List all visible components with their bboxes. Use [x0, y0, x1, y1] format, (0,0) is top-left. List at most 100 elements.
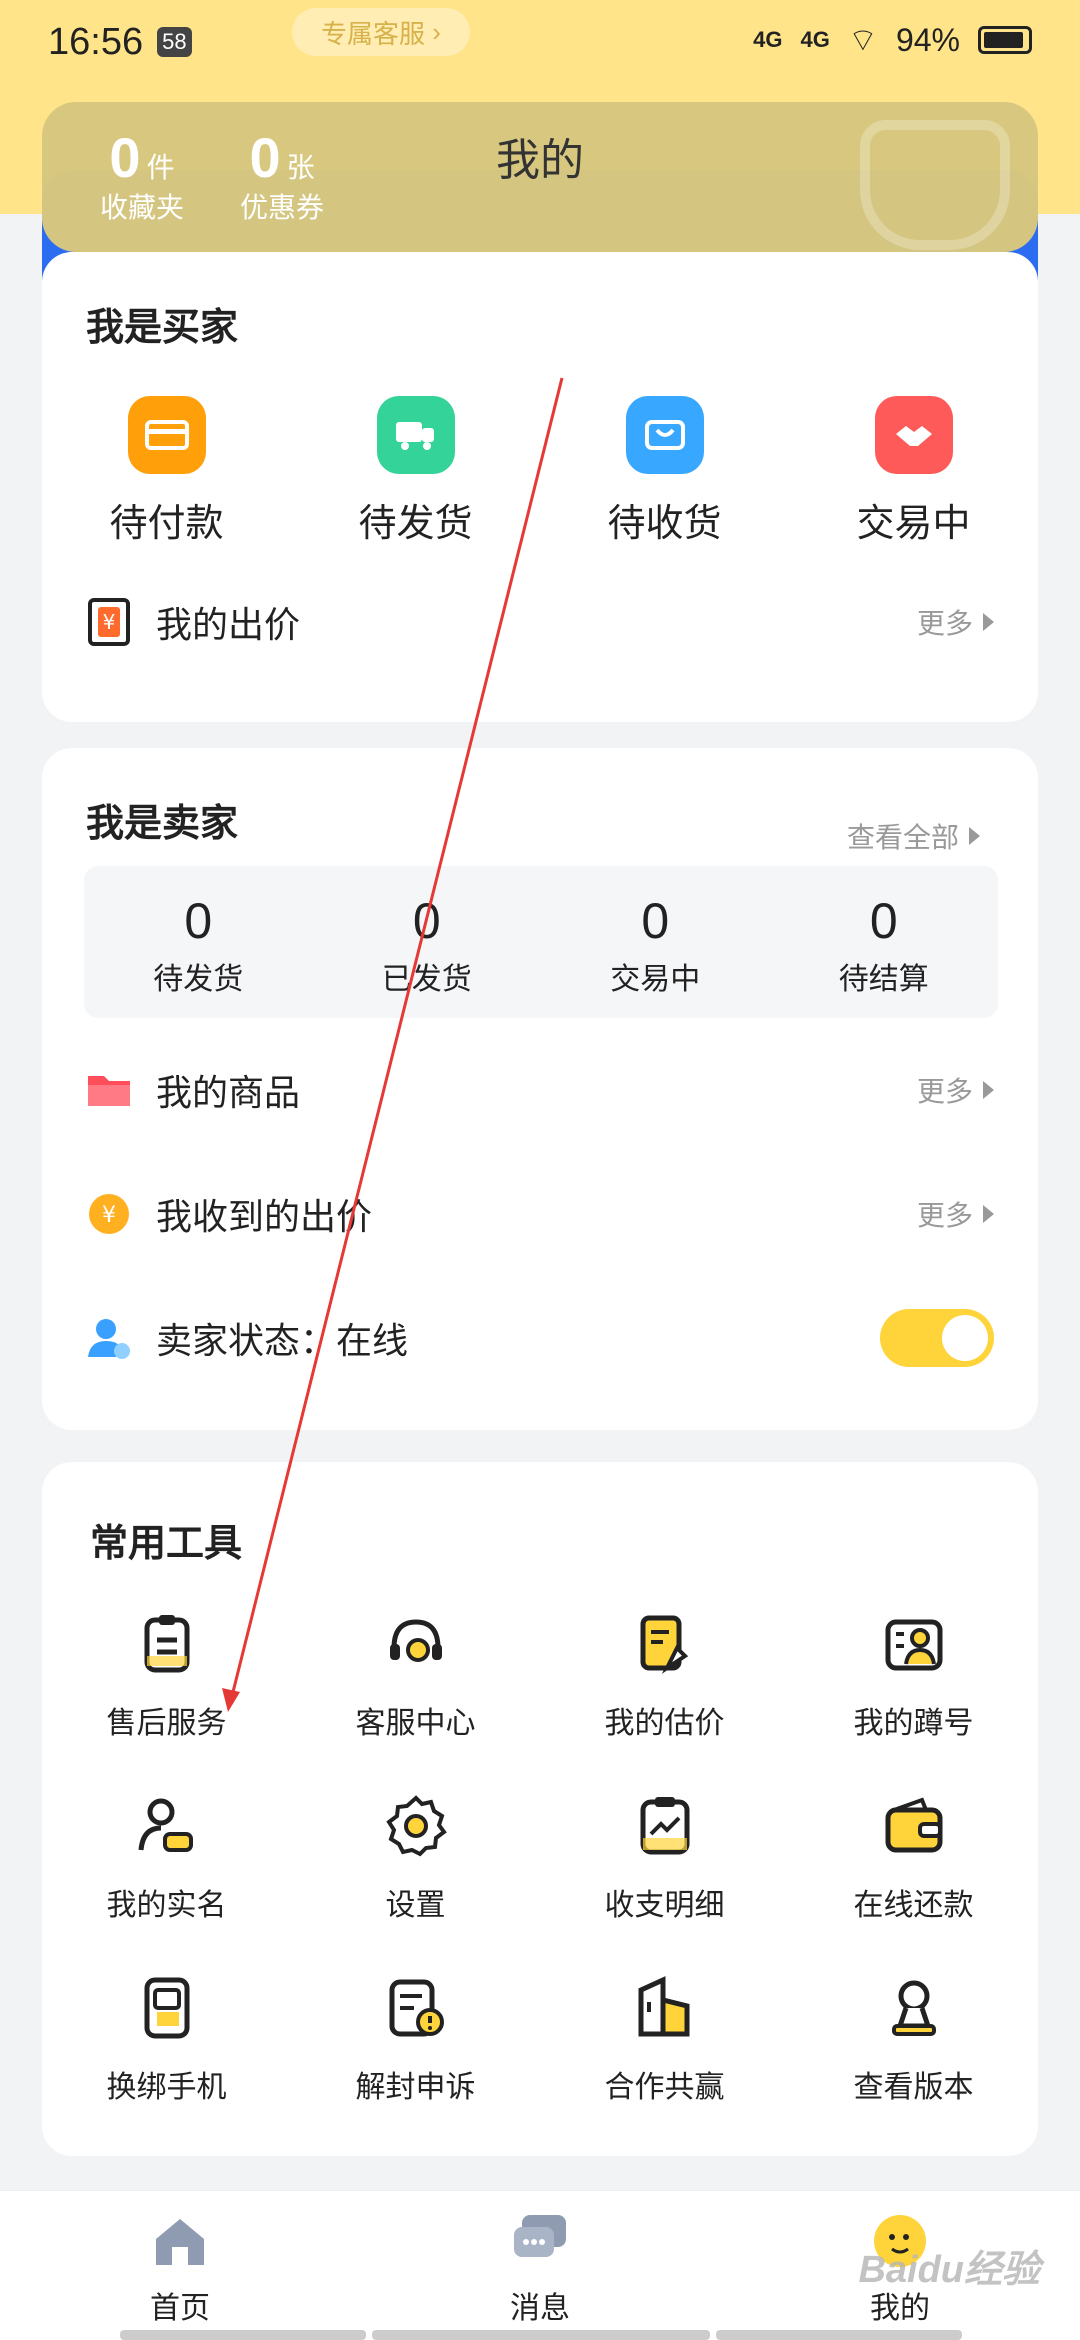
my-bids-label: 我的出价	[156, 604, 301, 645]
customer-service-label: 专属客服	[321, 18, 426, 49]
after-sales-button[interactable]: 售后服务	[42, 1612, 291, 1794]
received-bids-more[interactable]: 更多	[917, 1194, 994, 1234]
svg-text:¥: ¥	[103, 610, 116, 634]
customer-service-pill[interactable]: 专属客服 ›	[292, 8, 470, 56]
my-products-row[interactable]: 我的商品 更多	[86, 1050, 994, 1130]
nav-home-label: 首页	[150, 2292, 210, 2325]
pending-shipment-button[interactable]: 待发货	[291, 396, 540, 547]
version-icon	[882, 1976, 946, 2040]
view-all-link[interactable]: 查看全部	[847, 816, 980, 856]
tool-label: 换绑手机	[106, 2071, 227, 2104]
wallet-icon	[882, 1794, 946, 1858]
seller-stat-shipped[interactable]: 0 已发货	[313, 866, 542, 1018]
my-appraisal-button[interactable]: 我的估价	[540, 1612, 789, 1794]
statement-icon	[633, 1794, 697, 1858]
my-products-more[interactable]: 更多	[917, 1070, 994, 1110]
folder-icon	[86, 1067, 132, 1113]
appraisal-icon	[633, 1612, 697, 1676]
signal-4g-icon-2: 4G	[800, 27, 830, 52]
pending-receipt-button[interactable]: 待收货	[540, 396, 789, 547]
nav-home[interactable]: 首页	[0, 2191, 360, 2340]
building-icon	[633, 1976, 697, 2040]
seller-stat-to-ship[interactable]: 0 待发货	[84, 866, 313, 1018]
seller-status-label: 卖家状态：在线	[156, 1320, 409, 1361]
tool-label: 收支明细	[604, 1889, 725, 1922]
seller-stat-settling[interactable]: 0 待结算	[770, 866, 999, 1018]
in-trade-label: 交易中	[856, 503, 971, 545]
tool-label: 客服中心	[355, 1707, 476, 1740]
statement-button[interactable]: 收支明细	[540, 1794, 789, 1976]
coupons-stat[interactable]: 0张 优惠券	[240, 130, 324, 226]
tool-label: 在线还款	[853, 1889, 974, 1922]
unban-appeal-button[interactable]: 解封申诉	[291, 1976, 540, 2158]
wifi-icon: ⌔	[847, 22, 878, 58]
online-repay-button[interactable]: 在线还款	[789, 1794, 1038, 1976]
seller-stat-label: 待结算	[838, 963, 929, 996]
seller-stat-num: 0	[184, 893, 213, 949]
my-bids-more[interactable]: 更多	[917, 602, 994, 642]
in-trade-button[interactable]: 交易中	[789, 396, 1038, 547]
phone-icon	[135, 1976, 199, 2040]
my-bids-row[interactable]: ¥ 我的出价 更多	[86, 582, 994, 662]
favorites-stat[interactable]: 0件 收藏夹	[100, 130, 184, 226]
chevron-right-icon	[983, 613, 994, 631]
tool-label: 设置	[385, 1889, 446, 1922]
truck-icon	[376, 396, 455, 474]
id-person-icon	[135, 1794, 199, 1858]
seller-stat-trading[interactable]: 0 交易中	[541, 866, 770, 1018]
handshake-icon	[874, 396, 953, 474]
seller-stats: 0 待发货 0 已发货 0 交易中 0 待结算	[84, 866, 998, 1018]
tools-row: 我的实名 设置 收支明细 在线还款	[42, 1794, 1038, 1976]
tool-label: 我的实名	[106, 1889, 227, 1922]
received-bids-row[interactable]: ¥ 我收到的出价 更多	[86, 1174, 994, 1254]
seller-stat-num: 0	[641, 893, 670, 949]
tools-row: 换绑手机 解封申诉 合作共赢 查看版本	[42, 1976, 1038, 2158]
appeal-icon	[384, 1976, 448, 2040]
my-watchlist-button[interactable]: 我的蹲号	[789, 1612, 1038, 1794]
buyer-order-states: 待付款 待发货 待收货 交易中	[42, 396, 1038, 547]
change-phone-button[interactable]: 换绑手机	[42, 1976, 291, 2158]
tool-label: 合作共赢	[604, 2071, 725, 2104]
coupons-label: 优惠券	[240, 192, 325, 223]
my-products-label: 我的商品	[156, 1072, 301, 1113]
customer-center-button[interactable]: 客服中心	[291, 1612, 540, 1794]
chevron-right-icon	[969, 827, 980, 845]
svg-text:¥: ¥	[102, 1203, 116, 1228]
nav-messages-label: 消息	[510, 2292, 570, 2325]
seller-online-toggle[interactable]	[880, 1309, 994, 1367]
tool-label: 解封申诉	[355, 2071, 476, 2104]
battery-percent: 94%	[895, 21, 960, 58]
nav-messages[interactable]: 消息	[360, 2191, 720, 2340]
pending-payment-button[interactable]: 待付款	[42, 396, 291, 547]
chevron-right-icon	[983, 1081, 994, 1099]
my-bids-more-label: 更多	[916, 608, 973, 639]
real-name-button[interactable]: 我的实名	[42, 1794, 291, 1976]
tool-label: 我的蹲号	[853, 1707, 974, 1740]
home-icon	[150, 2211, 210, 2271]
pending-payment-label: 待付款	[109, 503, 224, 545]
notification-badge: 58	[157, 27, 192, 57]
tool-label: 查看版本	[853, 2071, 974, 2104]
yuan-receipt-icon: ¥	[86, 598, 132, 646]
seller-stat-num: 0	[869, 893, 898, 949]
pending-shipment-label: 待发货	[358, 503, 473, 545]
gesture-bar-segment	[372, 2330, 710, 2340]
tools-grid: 售后服务 客服中心 我的估价 我的蹲号 我的实名 设置 收支明细 在线还款 换绑…	[42, 1612, 1038, 2158]
tools-card: 常用工具 售后服务 客服中心 我的估价 我的蹲号 我的实名 设置 收支明细 在线…	[42, 1462, 1038, 2156]
view-version-button[interactable]: 查看版本	[789, 1976, 1038, 2158]
cooperation-button[interactable]: 合作共赢	[540, 1976, 789, 2158]
shopping-bag-icon	[625, 396, 704, 474]
favorites-count: 0	[109, 126, 141, 189]
watchlist-icon	[882, 1612, 946, 1676]
yuan-coin-icon: ¥	[86, 1191, 132, 1237]
seller-card: 我是卖家 查看全部 0 待发货 0 已发货 0 交易中 0 待结算 我的商品 更多 ¥ …	[42, 748, 1038, 1430]
settings-button[interactable]: 设置	[291, 1794, 540, 1976]
clipboard-icon	[135, 1612, 199, 1676]
seller-stat-label: 已发货	[381, 963, 472, 996]
tools-title: 常用工具	[90, 1523, 243, 1565]
battery-icon	[978, 26, 1032, 54]
status-time: 16:56	[48, 20, 144, 63]
gesture-bar-segment	[716, 2330, 962, 2340]
pending-receipt-label: 待收货	[607, 503, 722, 545]
seller-stat-label: 交易中	[610, 963, 701, 996]
